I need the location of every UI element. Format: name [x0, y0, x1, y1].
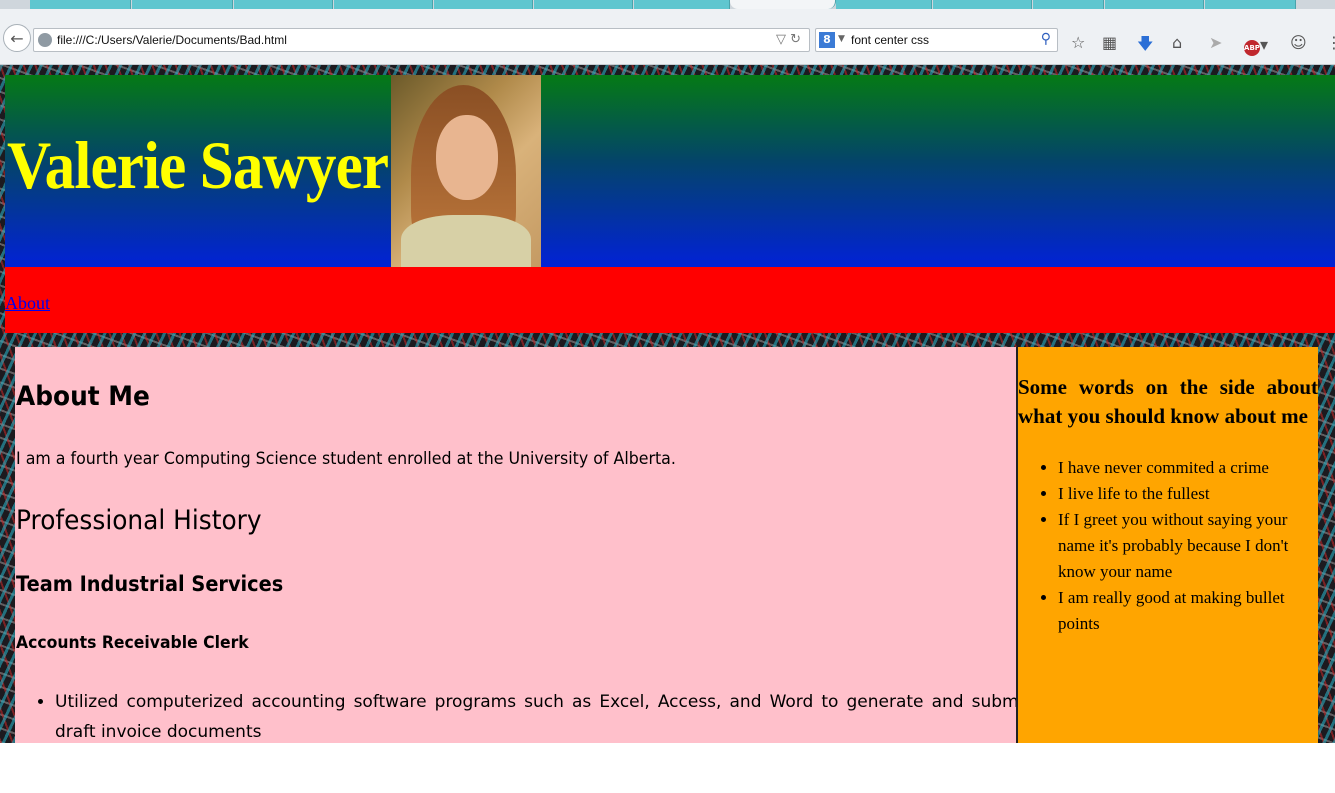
browser-tab[interactable]: [534, 0, 633, 9]
browser-tab[interactable]: [1205, 0, 1296, 9]
chevron-down-icon[interactable]: ▼: [838, 34, 845, 44]
main-content: About Me I am a fourth year Computing Sc…: [15, 347, 1030, 743]
sidebar-list: I have never commited a crime I live lif…: [1018, 455, 1318, 637]
list-item: Utilized computerized accounting softwar…: [55, 687, 1030, 743]
smiley-icon[interactable]: ☺: [1290, 33, 1307, 52]
company-heading: Team Industrial Services: [16, 572, 284, 596]
share-icon[interactable]: ➤: [1209, 33, 1222, 52]
site-title: Valerie Sawyer: [7, 127, 389, 203]
job-title: Accounts Receivable Clerk: [16, 633, 249, 653]
sidebar-heading: Some words on the side about what you sh…: [1018, 375, 1318, 428]
magnifier-icon[interactable]: ⚲: [1041, 31, 1051, 47]
dropdown-arrow-icon[interactable]: ▽: [776, 32, 786, 47]
list-item: I have never commited a crime: [1058, 455, 1318, 481]
reading-list-icon[interactable]: ▦: [1102, 33, 1117, 52]
browser-tab[interactable]: [1105, 0, 1204, 9]
search-query: font center css: [851, 33, 930, 47]
sidebar: Some words on the side about what you sh…: [1018, 347, 1318, 743]
menu-icon[interactable]: ⋮: [1326, 33, 1335, 52]
profile-photo: [391, 75, 541, 267]
browser-toolbar: ← file:///C:/Users/Valerie/Documents/Bad…: [0, 9, 1335, 65]
reload-icon[interactable]: ↻: [790, 32, 801, 47]
browser-tab[interactable]: [1033, 0, 1104, 9]
tab-strip: [0, 0, 1335, 9]
about-text: I am a fourth year Computing Science stu…: [16, 449, 676, 469]
browser-tab[interactable]: [836, 0, 932, 9]
browser-tab[interactable]: [30, 0, 131, 9]
url-text: file:///C:/Users/Valerie/Documents/Bad.h…: [57, 33, 287, 47]
photo-face: [436, 115, 498, 200]
url-bar[interactable]: file:///C:/Users/Valerie/Documents/Bad.h…: [33, 28, 810, 52]
browser-tab[interactable]: [132, 0, 233, 9]
browser-tab[interactable]: [334, 0, 433, 9]
nav-bar: About: [5, 267, 1335, 333]
list-item: I live life to the fullest: [1058, 481, 1318, 507]
list-item: If I greet you without saying your name …: [1058, 507, 1318, 585]
bookmark-star-icon[interactable]: ☆: [1071, 33, 1085, 52]
page-header: Valerie Sawyer: [5, 75, 1335, 267]
browser-tab[interactable]: [933, 0, 1032, 9]
duties-list: Utilized computerized accounting softwar…: [39, 687, 1030, 743]
browser-tab[interactable]: [434, 0, 533, 9]
nav-link-about[interactable]: About: [5, 293, 50, 314]
page-viewport: Valerie Sawyer About About Me I am a fou…: [0, 65, 1335, 743]
back-icon[interactable]: ←: [3, 24, 31, 52]
list-item: I am really good at making bullet points: [1058, 585, 1318, 637]
search-input[interactable]: 8 ▼ font center css ⚲: [815, 28, 1058, 52]
photo-shirt: [401, 215, 531, 267]
about-heading: About Me: [16, 381, 150, 412]
browser-tab[interactable]: [634, 0, 730, 9]
adblock-icon[interactable]: ABP▾: [1244, 35, 1268, 56]
browser-tab-active[interactable]: [730, 0, 836, 9]
google-icon[interactable]: 8: [819, 32, 835, 48]
globe-icon: [38, 33, 52, 47]
home-icon[interactable]: ⌂: [1172, 33, 1182, 52]
browser-tab[interactable]: [234, 0, 333, 9]
download-icon[interactable]: 🡇: [1137, 33, 1153, 60]
history-heading: Professional History: [16, 505, 262, 536]
url-bar-actions: ▽ ↻: [776, 32, 801, 47]
